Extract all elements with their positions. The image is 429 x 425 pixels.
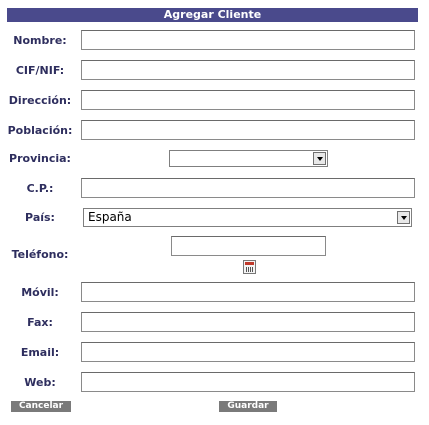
label-cp: C.P.: xyxy=(26,182,54,195)
label-cif: CIF/NIF: xyxy=(15,64,65,77)
form-title: Agregar Cliente xyxy=(7,8,418,22)
label-direccion: Dirección: xyxy=(8,94,72,107)
label-web: Web: xyxy=(24,376,56,389)
label-fax: Fax: xyxy=(27,316,53,329)
label-email: Email: xyxy=(20,346,60,359)
label-telefono: Teléfono: xyxy=(11,248,69,261)
web-input[interactable] xyxy=(81,372,415,392)
poblacion-input[interactable] xyxy=(81,120,415,140)
label-provincia: Provincia: xyxy=(9,152,71,165)
label-movil: Móvil: xyxy=(21,286,59,299)
fax-input[interactable] xyxy=(81,312,415,332)
nombre-input[interactable] xyxy=(81,30,415,50)
cancel-button[interactable]: Cancelar xyxy=(11,401,71,412)
cif-input[interactable] xyxy=(81,60,415,80)
label-nombre: Nombre: xyxy=(13,34,67,47)
label-pais: País: xyxy=(25,211,55,224)
chevron-down-icon[interactable] xyxy=(313,152,326,165)
direccion-input[interactable] xyxy=(81,90,415,110)
calendar-icon[interactable] xyxy=(243,260,256,274)
telefono-input[interactable] xyxy=(171,236,326,256)
movil-input[interactable] xyxy=(81,282,415,302)
label-poblacion: Población: xyxy=(7,124,73,137)
pais-select[interactable]: España xyxy=(83,208,412,227)
provincia-select[interactable] xyxy=(169,150,328,167)
save-button[interactable]: Guardar xyxy=(219,401,277,412)
cp-input[interactable] xyxy=(81,178,415,198)
email-input[interactable] xyxy=(81,342,415,362)
pais-value: España xyxy=(88,210,132,224)
chevron-down-icon[interactable] xyxy=(397,211,410,224)
